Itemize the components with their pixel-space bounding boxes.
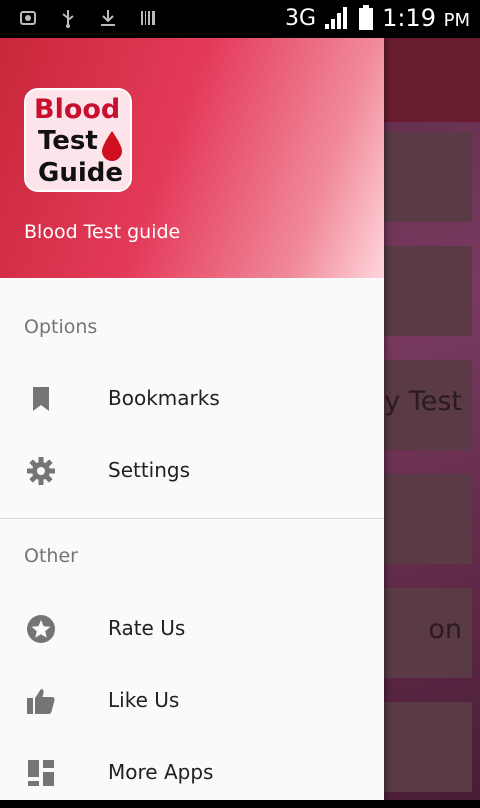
- background-card[interactable]: [372, 132, 472, 222]
- menu-item-label: More Apps: [108, 760, 214, 784]
- menu-item-label: Rate Us: [108, 616, 186, 640]
- drawer-header-title: Blood Test guide: [24, 221, 181, 243]
- star-icon: [27, 615, 55, 643]
- background-card-text: on: [428, 614, 462, 645]
- network-type: 3G: [285, 5, 317, 31]
- blood-drop-icon: [102, 131, 122, 161]
- signal-icon: [325, 7, 348, 29]
- menu-item-more-apps[interactable]: More Apps: [0, 736, 384, 808]
- background-card[interactable]: on: [372, 588, 472, 678]
- bookmark-icon: [33, 387, 49, 411]
- thumbs-up-icon: [27, 689, 55, 714]
- logo-text-line3: Guide: [38, 158, 124, 188]
- logo-text-line2: Test: [38, 126, 98, 156]
- background-card[interactable]: [372, 702, 472, 792]
- background-card-text: y Test: [384, 386, 462, 417]
- drawer-header: Blood Test Guide Blood Test guide: [0, 38, 384, 278]
- background-card[interactable]: [372, 474, 472, 564]
- section-label-other: Other: [24, 545, 78, 567]
- app-logo: Blood Test Guide: [24, 88, 132, 192]
- drawer-divider: [0, 518, 384, 519]
- download-icon: [101, 10, 115, 26]
- menu-item-label: Bookmarks: [108, 386, 220, 410]
- logo-text-line1: Blood: [34, 94, 121, 125]
- menu-item-label: Like Us: [108, 688, 180, 712]
- navigation-drawer: Blood Test Guide Blood Test guide Option…: [0, 38, 384, 800]
- battery-icon: [359, 5, 374, 30]
- usb-icon: [62, 10, 74, 28]
- background-card[interactable]: y Test: [372, 360, 472, 450]
- notification-icon: [20, 11, 36, 25]
- menu-item-like-us[interactable]: Like Us: [0, 664, 384, 736]
- status-right: 3G 1:19 PM: [285, 4, 470, 32]
- menu-item-label: Settings: [108, 458, 191, 482]
- background-card[interactable]: [372, 246, 472, 336]
- menu-item-bookmarks[interactable]: Bookmarks: [0, 362, 384, 434]
- section-label-options: Options: [24, 316, 98, 338]
- status-left-icons: [18, 8, 158, 28]
- menu-item-rate-us[interactable]: Rate Us: [0, 592, 384, 664]
- apps-icon: [28, 760, 54, 786]
- clock: 1:19 PM: [382, 4, 470, 32]
- status-bar: 3G 1:19 PM: [0, 0, 480, 38]
- menu-item-settings[interactable]: Settings: [0, 434, 384, 506]
- gear-icon: [27, 457, 55, 485]
- barcode-icon: [141, 11, 155, 25]
